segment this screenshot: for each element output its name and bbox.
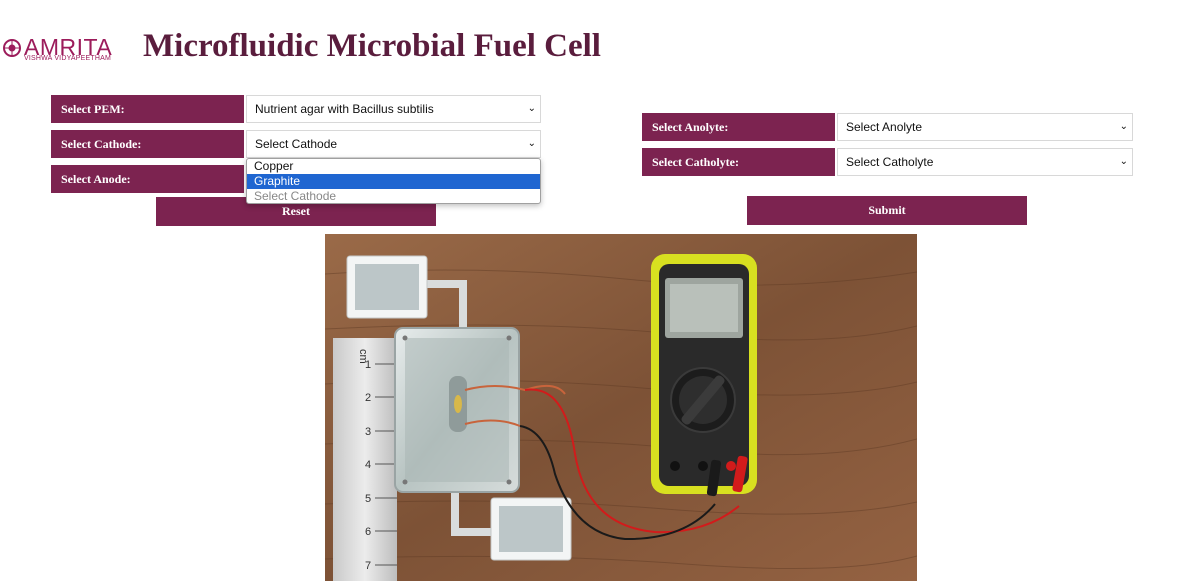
cathode-label: Select Cathode:	[51, 130, 244, 158]
amrita-emblem-icon	[3, 39, 21, 57]
cathode-option-graphite[interactable]: Graphite	[247, 174, 540, 189]
catholyte-select[interactable]: Select Catholyte ⌄	[837, 148, 1133, 176]
ruler-mark-3: 3	[365, 426, 371, 438]
pem-label: Select PEM:	[51, 95, 244, 123]
anolyte-reservoir	[346, 255, 428, 319]
lab-bench-illustration: cm 1 2 3 4 5 6 7	[325, 234, 917, 581]
chevron-down-icon: ⌄	[1119, 121, 1128, 132]
cathode-select-value: Select Cathode	[255, 137, 338, 151]
fuel-cell-chip	[394, 327, 520, 493]
pem-select[interactable]: Nutrient agar with Bacillus subtilis ⌄	[246, 95, 541, 123]
ruler-mark-2: 2	[365, 392, 371, 404]
cathode-option-placeholder: Select Cathode	[254, 189, 337, 203]
catholyte-label: Select Catholyte:	[642, 148, 835, 176]
catholyte-select-value: Select Catholyte	[846, 155, 934, 169]
submit-button[interactable]: Submit	[747, 196, 1027, 225]
page-title: Microfluidic Microbial Fuel Cell	[143, 28, 601, 64]
anolyte-label: Select Anolyte:	[642, 113, 835, 141]
ruler-mark-6: 6	[365, 526, 371, 538]
anolyte-select[interactable]: Select Anolyte ⌄	[837, 113, 1133, 141]
chevron-down-icon: ⌄	[527, 138, 536, 149]
chevron-down-icon: ⌄	[527, 103, 536, 114]
cathode-dropdown-list[interactable]: Copper Graphite Select Cathode	[246, 158, 541, 204]
ruler-mark-5: 5	[365, 493, 371, 505]
cathode-option-copper[interactable]: Copper	[247, 159, 540, 174]
chevron-down-icon: ⌄	[1119, 156, 1128, 167]
cathode-select[interactable]: Select Cathode ⌄	[246, 130, 541, 158]
pem-select-value: Nutrient agar with Bacillus subtilis	[255, 102, 434, 116]
ruler-mark-4: 4	[365, 459, 371, 471]
logo-subtext: VISHWA VIDYAPEETHAM	[24, 55, 112, 62]
ruler-mark-7: 7	[365, 560, 371, 572]
amrita-logo: AMRITA VISHWA VIDYAPEETHAM	[2, 34, 120, 64]
ruler-mark-1: 1	[365, 359, 371, 371]
anode-label: Select Anode:	[51, 165, 244, 193]
anolyte-select-value: Select Anolyte	[846, 120, 923, 134]
experiment-scene: cm 1 2 3 4 5 6 7	[325, 234, 917, 581]
catholyte-reservoir	[490, 497, 572, 561]
